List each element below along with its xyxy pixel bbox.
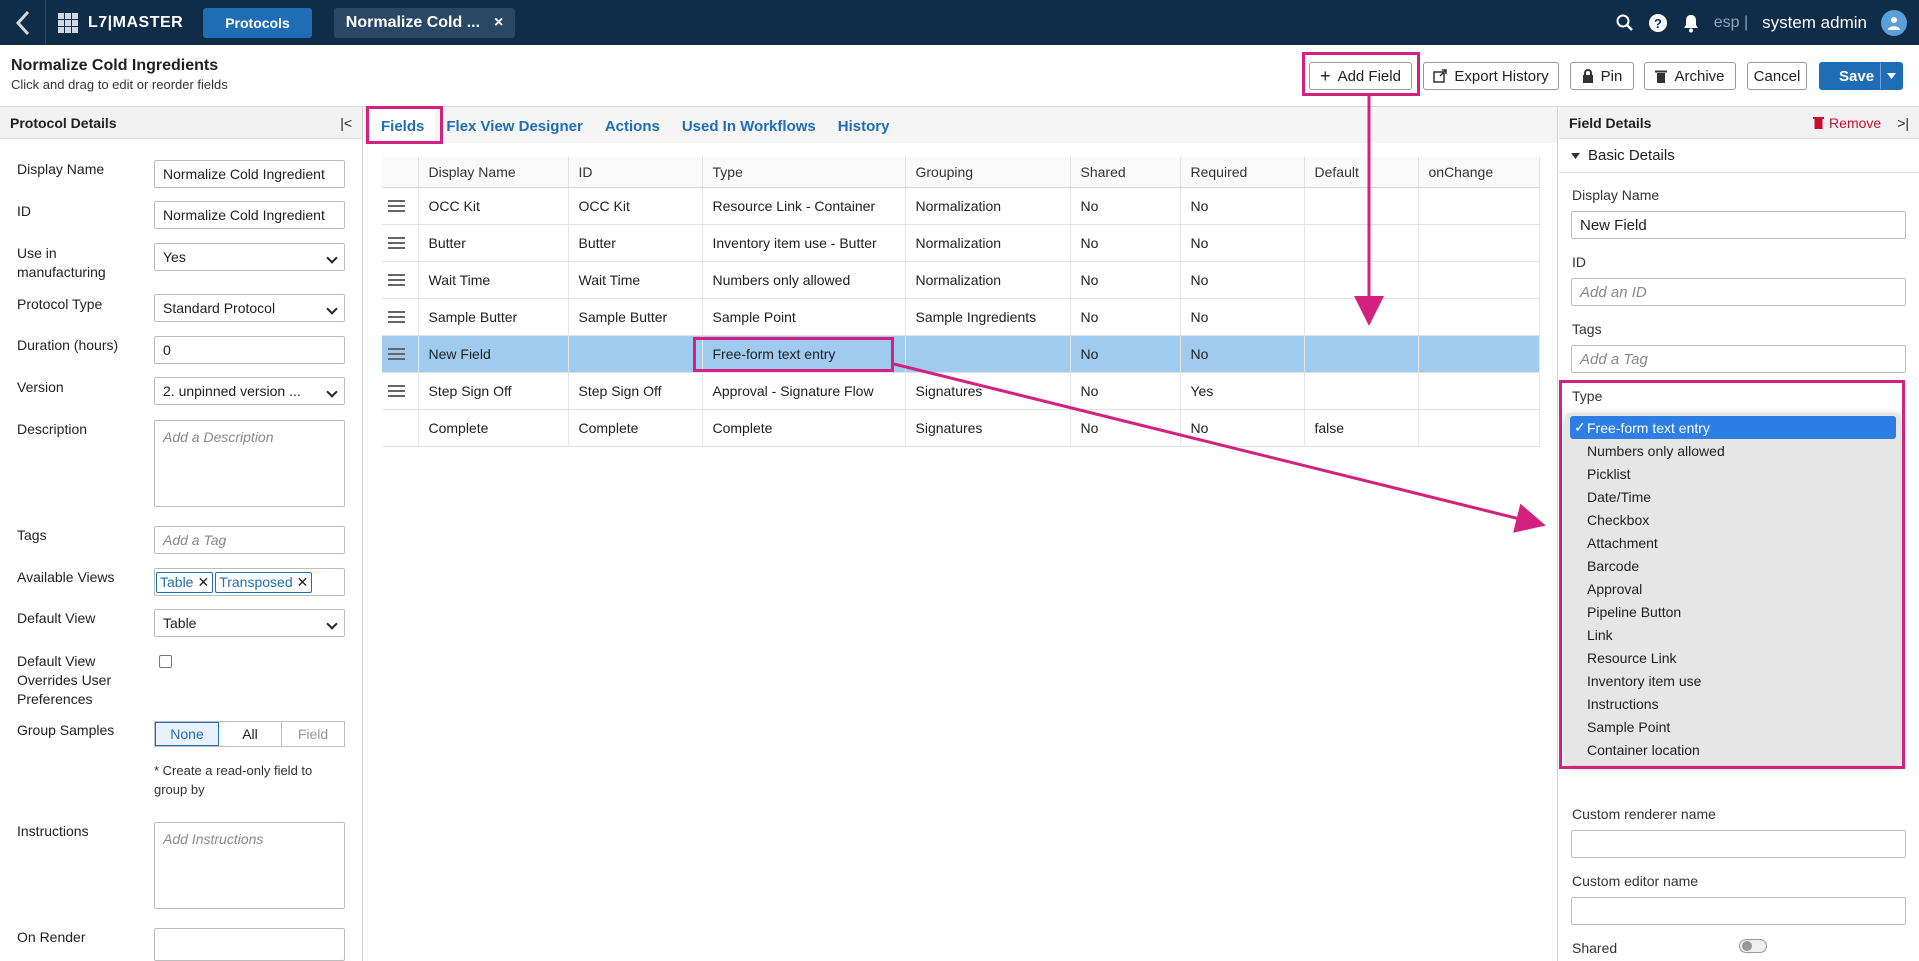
annotation-arrows — [893, 96, 1546, 533]
arrow-to-type-dropdown — [893, 362, 1546, 533]
